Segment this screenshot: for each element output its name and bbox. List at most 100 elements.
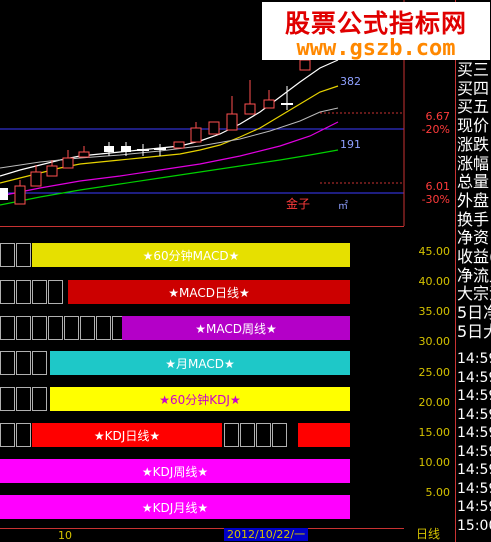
indicator-empty-cell [16,316,31,340]
scale-label: 20.00 [418,396,451,409]
indicator-empty-cell [0,351,15,375]
indicator-label: ★月MACD★ [165,356,235,371]
tick-time: 15:00 [457,517,491,534]
x-tick-10: 10 [58,529,72,542]
indicator-empty-cell [96,316,111,340]
indicator-empty-cell [0,316,15,340]
quote-field-label: 涨跌 [457,134,490,154]
golden-cross-label: 金子 [286,197,311,211]
indicator-bar: ★月MACD★ [50,351,350,375]
quote-field-label: 5日大 [457,321,491,341]
scale-label: 40.00 [418,275,451,288]
ma-value-382: 382 [340,75,361,88]
indicator-empty-cell [0,423,15,447]
indicator-bar-segment [298,423,350,447]
indicator-empty-cell [80,316,95,340]
tick-time: 14:59 [457,351,491,367]
quote-field-label: 换手 [457,209,490,229]
indicator-empty-cell [240,423,255,447]
scale-label: 10.00 [418,456,451,469]
side-panel-border [455,0,456,542]
tick-time: 14:59 [457,480,491,497]
quote-field-label: 买四 [457,78,490,98]
quote-field-label: 涨幅 [457,153,490,173]
indicator-empty-cell [16,351,31,375]
scale-label: 5.00 [425,486,451,499]
quote-field-label: 收益( [457,247,491,266]
stock-chart-window: 382 191 6.67 -20% 6.01 -30% 金子 ㎡ ★60分钟MA… [0,0,491,542]
indicator-bar: ★KDJ日线★ [32,423,222,447]
x-axis-date-cursor: 2012/10/22/一 [224,528,309,541]
scale-label: 45.00 [418,245,451,258]
scale-label: 15.00 [418,426,451,439]
indicator-label: ★KDJ周线★ [141,464,209,479]
watermark-title: 股票公式指标网 [284,9,467,38]
indicator-empty-cell [32,280,47,304]
indicator-empty-cell [0,243,15,267]
indicator-row: ★月MACD★ [0,351,404,375]
pct-high-label: -20% [421,123,450,136]
tick-time: 14:59 [457,443,491,460]
indicator-empty-cell [32,316,47,340]
indicator-row: ★KDJ周线★ [0,459,404,483]
price-low-label: 6.01 [425,180,451,193]
ma-value-191: 191 [340,138,361,151]
indicator-row: ★KDJ月线★ [0,495,404,519]
indicator-bar: ★MACD日线★ [68,280,350,304]
indicator-label: ★KDJ月线★ [141,500,209,515]
tick-time: 14:59 [457,406,491,423]
indicator-empty-cell [48,280,63,304]
candles [0,56,311,205]
chart-marker-icon: ㎡ [338,201,348,212]
indicator-bar: ★MACD周线★ [122,316,350,340]
indicator-empty-cell [272,423,287,447]
scale-label: 25.00 [418,366,451,379]
indicator-empty-cell [0,387,15,411]
quote-field-label: 买五 [457,97,490,117]
period-label[interactable]: 日线 [416,528,440,540]
indicator-empty-cell [16,423,31,447]
quote-field-label: 外盘 [457,190,490,210]
tick-time: 14:59 [457,369,491,386]
indicator-label: ★60分钟MACD★ [142,248,240,263]
indicator-empty-cell [32,351,47,375]
price-high-label: 6.67 [425,110,451,123]
pct-low-label: -30% [421,193,450,206]
indicator-label: ★MACD周线★ [195,321,277,336]
indicator-empty-cell [16,387,31,411]
indicator-row: ★60分钟MACD★ [0,243,404,267]
scale-label: 35.00 [418,305,451,318]
watermark-url: www.gszb.com [296,36,456,61]
indicator-pane[interactable]: ★60分钟MACD★ ★MACD日线★ ★MACD周线★ ★月MACD★ ★60分钟KD… [0,227,404,527]
indicator-row: ★MACD周线★ [0,316,404,340]
tick-time: 14:59 [457,462,491,478]
quote-field-label: 现价 [457,116,490,136]
indicator-bar: ★KDJ月线★ [0,495,350,519]
indicator-bar: ★KDJ周线★ [0,459,350,483]
indicator-bar: ★60分钟KDJ★ [50,387,350,411]
indicator-row: ★MACD日线★ [0,280,404,304]
scale-label: 30.00 [418,335,451,348]
indicator-bar: ★60分钟MACD★ [32,243,350,267]
indicator-label: ★MACD日线★ [168,285,250,300]
indicator-empty-cell [0,280,15,304]
indicator-row: ★KDJ日线★ [0,423,404,447]
quote-field-label: 总量 [457,172,490,192]
indicator-label: ★60分钟KDJ★ [159,392,241,407]
indicator-label: ★KDJ日线★ [93,428,161,443]
indicator-empty-cell [48,316,63,340]
indicator-empty-cell [16,280,31,304]
quote-field-label: 净流入 [457,265,491,285]
indicator-row: ★60分钟KDJ★ [0,387,404,411]
quote-field-label: 买三 [457,60,490,79]
watermark-logo: 股票公式指标网 www.gszb.com [262,2,490,61]
indicator-empty-cell [32,387,47,411]
indicator-empty-cell [256,423,271,447]
quote-field-label: 5日净 [457,303,491,323]
quote-field-label: 大宗流 [457,284,491,304]
indicator-empty-cell [16,243,31,267]
tick-time: 14:59 [457,499,491,515]
quote-field-label: 净资 [457,228,490,248]
tick-time: 14:59 [457,425,491,441]
tick-time: 14:59 [457,388,491,404]
